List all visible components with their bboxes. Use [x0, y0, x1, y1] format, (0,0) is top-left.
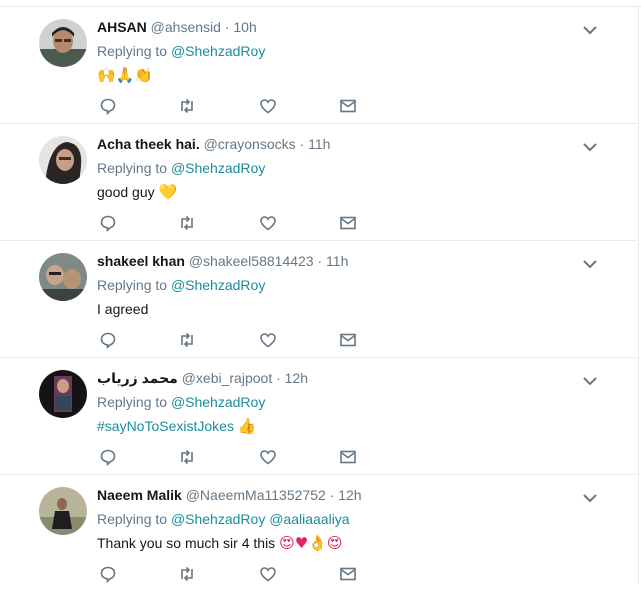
mention-link[interactable]: @ShehzadRoy: [171, 43, 265, 59]
tweet-body: Thank you so much sir 4 this: [97, 535, 280, 551]
user-handle[interactable]: @shakeel58814423: [189, 253, 314, 269]
tweet[interactable]: AHSAN @ahsensid · 10h Replying to @Shehz…: [0, 7, 638, 124]
reply-icon[interactable]: [99, 214, 117, 232]
tweet-text: I agreed: [97, 299, 148, 319]
reply-icon[interactable]: [99, 97, 117, 115]
reply-icon[interactable]: [99, 331, 117, 349]
retweet-icon[interactable]: [178, 97, 196, 115]
tweet-actions: [99, 565, 359, 583]
emoji: 😍♥👌😍: [279, 534, 343, 552]
heart-icon[interactable]: [259, 214, 277, 232]
tweet-header: shakeel khan @shakeel58814423 · 11h: [97, 252, 348, 270]
emoji: 👍: [237, 417, 257, 435]
chevron-down-icon[interactable]: [582, 374, 598, 386]
avatar[interactable]: [39, 136, 87, 184]
mention-link[interactable]: @aaliaaaliya: [269, 511, 349, 527]
replying-to: Replying to @ShehzadRoy: [97, 159, 265, 177]
replying-to-label: Replying to: [97, 277, 168, 293]
reply-feed: AHSAN @ahsensid · 10h Replying to @Shehz…: [0, 7, 638, 592]
envelope-icon[interactable]: [339, 214, 357, 232]
tweet-header: Naeem Malik @NaeemMa11352752 · 12h: [97, 486, 362, 504]
replying-to-label: Replying to: [97, 43, 168, 59]
hashtag-link[interactable]: #sayNoToSexistJokes: [97, 418, 234, 434]
right-divider: [638, 6, 639, 584]
user-handle[interactable]: @crayonsocks: [204, 136, 296, 152]
replying-to: Replying to @ShehzadRoy @aaliaaaliya: [97, 510, 350, 528]
tweet[interactable]: Acha theek hai. @crayonsocks · 11h Reply…: [0, 124, 638, 241]
display-name[interactable]: shakeel khan: [97, 253, 185, 269]
timestamp[interactable]: 11h: [308, 136, 330, 152]
replying-to-label: Replying to: [97, 394, 168, 410]
heart-icon[interactable]: [259, 565, 277, 583]
tweet[interactable]: Naeem Malik @NaeemMa11352752 · 12h Reply…: [0, 475, 638, 592]
chevron-down-icon[interactable]: [582, 491, 598, 503]
separator-dot: ·: [299, 136, 305, 152]
tweet[interactable]: محمد زریاب @xebi_rajpoot · 12h Replying …: [0, 358, 638, 475]
heart-icon[interactable]: [259, 97, 277, 115]
separator-dot: ·: [317, 253, 323, 269]
envelope-icon[interactable]: [339, 97, 357, 115]
mention-link[interactable]: @ShehzadRoy: [171, 394, 265, 410]
envelope-icon[interactable]: [339, 448, 357, 466]
timestamp[interactable]: 10h: [233, 19, 256, 35]
user-handle[interactable]: @xebi_rajpoot: [182, 370, 273, 386]
tweet-actions: [99, 331, 359, 349]
user-handle[interactable]: @ahsensid: [151, 19, 221, 35]
chevron-down-icon[interactable]: [582, 257, 598, 269]
mention-link[interactable]: @ShehzadRoy: [171, 511, 265, 527]
tweet-header: AHSAN @ahsensid · 10h: [97, 18, 257, 36]
replying-to: Replying to @ShehzadRoy: [97, 276, 265, 294]
emoji: 💛: [158, 183, 178, 201]
avatar[interactable]: [39, 370, 87, 418]
display-name[interactable]: محمد زریاب: [97, 370, 178, 386]
display-name[interactable]: Naeem Malik: [97, 487, 182, 503]
tweet-actions: [99, 214, 359, 232]
avatar[interactable]: [39, 487, 87, 535]
user-handle[interactable]: @NaeemMa11352752: [186, 487, 326, 503]
timestamp[interactable]: 12h: [285, 370, 308, 386]
reply-icon[interactable]: [99, 565, 117, 583]
tweet-text: #sayNoToSexistJokes 👍: [97, 416, 257, 436]
retweet-icon[interactable]: [178, 565, 196, 583]
retweet-icon[interactable]: [178, 214, 196, 232]
tweet-body: I agreed: [97, 301, 149, 317]
separator-dot: ·: [276, 370, 281, 386]
reply-icon[interactable]: [99, 448, 117, 466]
timestamp[interactable]: 12h: [338, 487, 361, 503]
tweet-header: محمد زریاب @xebi_rajpoot · 12h: [97, 369, 308, 387]
envelope-icon[interactable]: [339, 331, 357, 349]
timestamp[interactable]: 11h: [326, 253, 348, 269]
mention-link[interactable]: @ShehzadRoy: [171, 277, 265, 293]
replying-to: Replying to @ShehzadRoy: [97, 42, 265, 60]
replying-to-label: Replying to: [97, 160, 168, 176]
replying-to: Replying to @ShehzadRoy: [97, 393, 265, 411]
separator-dot: ·: [224, 19, 230, 35]
tweet-body: good guy: [97, 184, 159, 200]
mention-link[interactable]: @ShehzadRoy: [171, 160, 265, 176]
avatar[interactable]: [39, 19, 87, 67]
tweet[interactable]: shakeel khan @shakeel58814423 · 11h Repl…: [0, 241, 638, 358]
chevron-down-icon[interactable]: [582, 23, 598, 35]
display-name[interactable]: Acha theek hai.: [97, 136, 200, 152]
tweet-header: Acha theek hai. @crayonsocks · 11h: [97, 135, 330, 153]
emoji: 🙌🙏👏: [97, 66, 154, 84]
display-name[interactable]: AHSAN: [97, 19, 147, 35]
retweet-icon[interactable]: [178, 448, 196, 466]
heart-icon[interactable]: [259, 448, 277, 466]
replying-to-label: Replying to: [97, 511, 168, 527]
separator-dot: ·: [329, 487, 335, 503]
tweet-actions: [99, 448, 359, 466]
tweet-text: Thank you so much sir 4 this 😍♥👌😍: [97, 533, 342, 553]
tweet-text: good guy 💛: [97, 182, 177, 202]
envelope-icon[interactable]: [339, 565, 357, 583]
tweet-text: 🙌🙏👏: [97, 65, 153, 85]
heart-icon[interactable]: [259, 331, 277, 349]
retweet-icon[interactable]: [178, 331, 196, 349]
chevron-down-icon[interactable]: [582, 140, 598, 152]
avatar[interactable]: [39, 253, 87, 301]
tweet-actions: [99, 97, 359, 115]
